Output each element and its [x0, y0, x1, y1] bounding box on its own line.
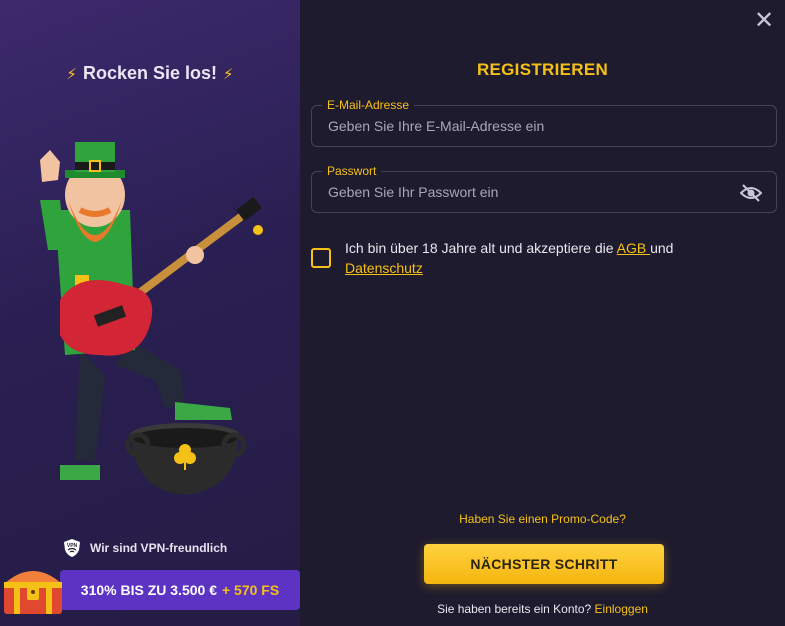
leprechaun-guitar-illustration	[40, 142, 263, 495]
close-icon[interactable]: ✕	[751, 8, 777, 34]
consent-row: Ich bin über 18 Jahre alt und akzeptiere…	[311, 238, 771, 278]
next-step-button[interactable]: NÄCHSTER SCHRITT	[424, 544, 664, 584]
lightning-icon: ⚡	[66, 66, 77, 83]
consent-text-before: Ich bin über 18 Jahre alt und akzeptiere…	[345, 240, 617, 256]
vpn-notice: VPN Wir sind VPN-freundlich	[62, 538, 227, 558]
tagline-text: Rocken Sie los!	[82, 63, 218, 83]
promo-tagline: ⚡ Rocken Sie los! ⚡	[0, 63, 300, 84]
password-field: Passwort	[311, 164, 777, 213]
bonus-main-text: 310% BIS ZU 3.500 €	[80, 582, 217, 598]
promo-code-link[interactable]: Haben Sie einen Promo-Code?	[300, 512, 785, 526]
vpn-shield-icon: VPN	[64, 539, 80, 557]
agb-link[interactable]: AGB	[617, 240, 650, 256]
privacy-link[interactable]: Datenschutz	[345, 260, 423, 276]
registration-modal: ⚡ Rocken Sie los! ⚡ VPN Wir sind VPN-fre…	[0, 0, 785, 626]
email-input[interactable]	[312, 106, 776, 146]
treasure-chest-icon	[4, 571, 62, 614]
eye-slash-icon[interactable]	[740, 183, 762, 203]
login-link[interactable]: Einloggen	[595, 602, 648, 616]
registration-form-panel: ✕ REGISTRIEREN E-Mail-Adresse Passwort I…	[300, 0, 785, 626]
lightning-icon: ⚡	[223, 66, 234, 83]
bonus-offer-bar[interactable]: 310% BIS ZU 3.500 € + 570 FS	[60, 570, 300, 610]
age-terms-checkbox[interactable]	[311, 248, 331, 268]
vpn-text: Wir sind VPN-freundlich	[90, 541, 228, 555]
password-label: Passwort	[322, 164, 382, 178]
form-title: REGISTRIEREN	[476, 60, 609, 79]
login-prompt: Sie haben bereits ein Konto? Einloggen	[300, 602, 785, 616]
email-label: E-Mail-Adresse	[322, 98, 415, 112]
consent-text-middle: und	[650, 240, 674, 256]
bonus-freespins-text: + 570 FS	[221, 582, 280, 598]
login-prompt-text: Sie haben bereits ein Konto?	[437, 602, 592, 616]
password-input[interactable]	[312, 172, 776, 212]
email-field: E-Mail-Adresse	[311, 98, 777, 147]
promo-panel: ⚡ Rocken Sie los! ⚡ VPN Wir sind VPN-fre…	[0, 0, 300, 626]
consent-text: Ich bin über 18 Jahre alt und akzeptiere…	[345, 238, 673, 278]
